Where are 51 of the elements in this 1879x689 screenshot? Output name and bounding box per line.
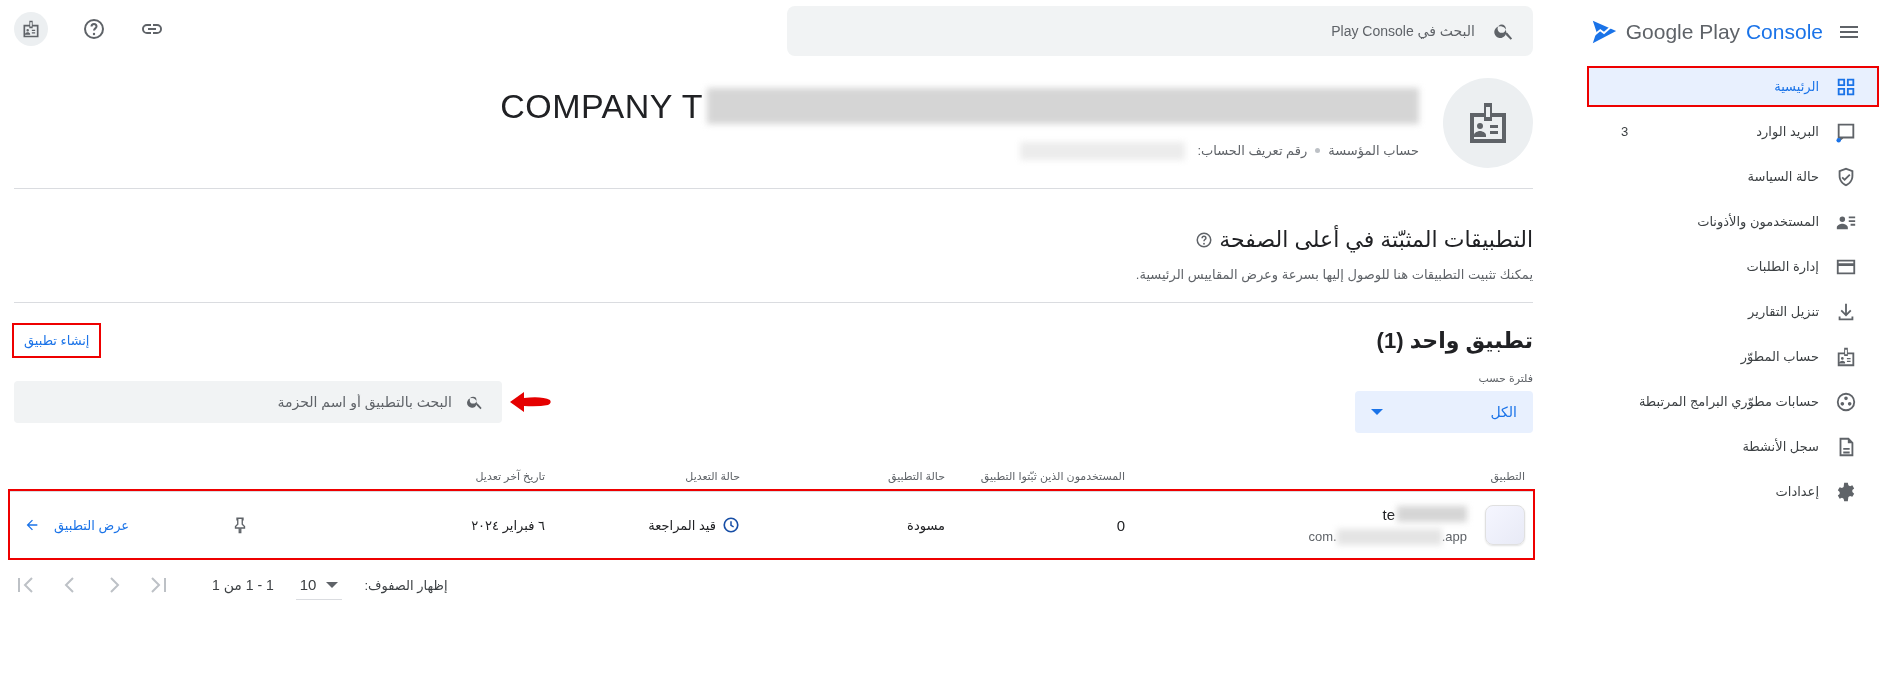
brand-name: Google Play Console [1625, 20, 1823, 44]
nav-item[interactable]: تنزيل التقارير [1579, 291, 1879, 332]
account-name: COMPANY T [500, 86, 703, 126]
package-name: com. [1308, 529, 1337, 544]
help-icon[interactable] [1195, 231, 1214, 249]
help-icon[interactable] [82, 17, 106, 41]
section-title: التطبيقات المثبّتة في أعلى الصفحة [1219, 227, 1533, 253]
table-cell: 0 [1116, 516, 1125, 534]
filter-dropdown[interactable]: الكل [1355, 391, 1533, 433]
search-input[interactable]: البحث في Play Console [805, 22, 1477, 40]
create-app-link[interactable]: إنشاء تطبيق [14, 325, 100, 356]
nav-item[interactable]: إعدادات [1579, 471, 1879, 512]
table-cell: ٦ فبراير ٢٠٢٤ [471, 517, 545, 533]
nav-item[interactable]: إدارة الطلبات [1579, 246, 1879, 287]
view-app-link[interactable]: عرض التطبيق [24, 517, 130, 533]
id-badge-icon [1835, 345, 1857, 368]
section-title: تطبيق واحد (1) [1376, 327, 1533, 354]
column-header: حالة التطبيق [886, 469, 945, 483]
column-header: المستخدمون الذين ثبّتوا التطبيق [979, 469, 1125, 483]
filter-label: فلترة حسب [1477, 372, 1533, 385]
account-id-label: رقم تعريف الحساب: [1197, 143, 1308, 158]
nav-item[interactable]: سجل الأنشطة [1579, 426, 1879, 467]
rows-per-page-label: إظهار الصفوف: [364, 577, 448, 593]
account-type: حساب المؤسسة [1328, 143, 1419, 158]
caret-icon [326, 581, 339, 588]
app-name: te [1382, 505, 1395, 523]
column-header: تاريخ آخر تعديل [474, 469, 545, 483]
nav-item[interactable]: المستخدمون والأذونات [1579, 201, 1879, 242]
caret-icon [1371, 409, 1383, 415]
clock-icon [722, 516, 740, 534]
settings-icon [1835, 480, 1857, 503]
circle-dots-icon [1835, 390, 1857, 413]
page-range: 1 - 1 من 1 [212, 577, 274, 593]
app-icon [1485, 505, 1525, 545]
table-cell: قيد المراجعة [648, 517, 716, 533]
account-button[interactable] [14, 12, 48, 46]
rows-per-page-select[interactable]: 10 [295, 570, 343, 600]
column-header: التطبيق [1489, 469, 1525, 483]
nav-item[interactable]: الرئيسية [1587, 66, 1879, 107]
search-bar[interactable]: البحث في Play Console [787, 6, 1533, 56]
id-badge-icon [21, 19, 41, 39]
package-name: .app [1441, 529, 1467, 544]
nav-item[interactable]: حالة السياسة [1579, 156, 1879, 197]
column-header: حالة التعديل [684, 469, 740, 483]
arrow-icon [24, 517, 40, 533]
nav-item[interactable]: حساب المطوّر [1579, 336, 1879, 377]
section-description: يمكنك تثبيت التطبيقات هنا للوصول إليها بسرعة وعرض المقاييس الرئيسية. [1134, 267, 1533, 282]
table-cell: مسودة [907, 517, 945, 533]
nav-item[interactable]: حسابات مطوّري البرامج المرتبطة [1579, 381, 1879, 422]
unread-count: 3 [1621, 124, 1629, 139]
redaction-blur [1397, 506, 1467, 522]
